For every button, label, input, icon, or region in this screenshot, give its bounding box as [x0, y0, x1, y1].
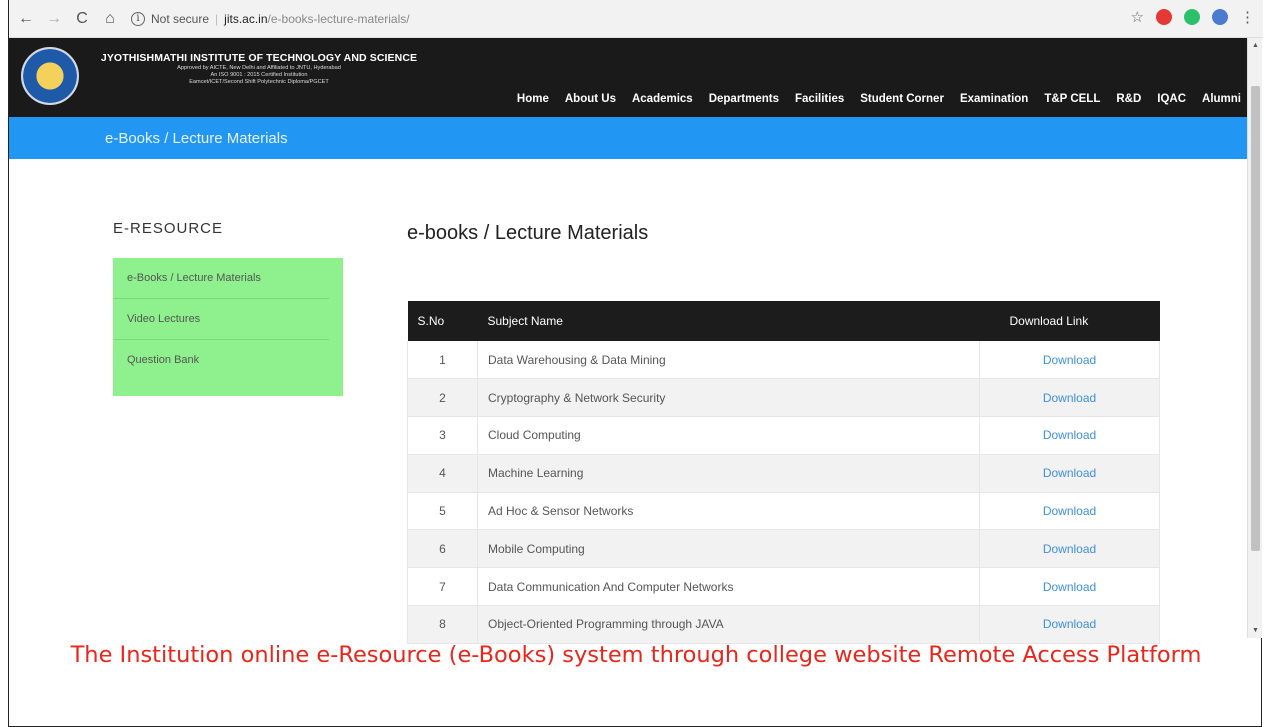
ebooks-table: S.No Subject Name Download Link 1 Data W…	[407, 301, 1160, 644]
scroll-down-icon[interactable]: ▼	[1252, 627, 1259, 634]
table-row: 1 Data Warehousing & Data Mining Downloa…	[407, 341, 1160, 380]
download-link[interactable]: Download	[1043, 542, 1096, 556]
table-row: 3 Cloud Computing Download	[407, 416, 1160, 455]
subject-name: Data Communication And Computer Networks	[477, 567, 980, 607]
table-header-row: S.No Subject Name Download Link	[407, 301, 1160, 341]
institute-logo[interactable]	[21, 47, 79, 105]
table-row: 7 Data Communication And Computer Networ…	[407, 567, 1160, 607]
row-number: 2	[407, 378, 478, 418]
menu-kebab-icon[interactable]: ⋮	[1240, 8, 1255, 26]
table-row: 2 Cryptography & Network Security Downlo…	[407, 378, 1160, 418]
menu-student-corner[interactable]: Student Corner	[860, 93, 944, 105]
url-host: jits.ac.in	[224, 11, 268, 26]
subject-name: Object-Oriented Programming through JAVA	[477, 605, 980, 644]
row-number: 6	[407, 529, 478, 569]
menu-iqac[interactable]: IQAC	[1157, 93, 1186, 105]
sidebar-item-question-bank[interactable]: Question Bank	[113, 340, 329, 381]
download-link[interactable]: Download	[1043, 504, 1096, 518]
row-number: 7	[407, 567, 478, 607]
column-header-subject: Subject Name	[487, 314, 563, 328]
page-scrollbar[interactable]: ▲ ▼	[1247, 38, 1262, 638]
back-icon[interactable]: ←	[15, 8, 37, 30]
menu-facilities[interactable]: Facilities	[795, 93, 844, 105]
table-row: 5 Ad Hoc & Sensor Networks Download	[407, 492, 1160, 531]
banner-title: e-Books / Lecture Materials	[105, 130, 288, 147]
menu-rnd[interactable]: R&D	[1116, 93, 1141, 105]
scrollbar-thumb[interactable]	[1251, 86, 1260, 551]
subject-name: Machine Learning	[477, 454, 980, 493]
site-header: JYOTHISHMATHI INSTITUTE OF TECHNOLOGY AN…	[9, 38, 1247, 117]
figure-caption: The Institution online e-Resource (e-Boo…	[70, 642, 1202, 668]
scroll-up-icon[interactable]: ▲	[1252, 42, 1259, 49]
institute-line: An ISO 9001 : 2015 Certified Institution	[210, 72, 308, 78]
adblock-extension-icon[interactable]	[1156, 9, 1172, 25]
menu-tp-cell[interactable]: T&P CELL	[1044, 93, 1100, 105]
sidebar-item-video-lectures[interactable]: Video Lectures	[113, 299, 329, 340]
subject-name: Ad Hoc & Sensor Networks	[477, 492, 980, 531]
row-number: 4	[407, 454, 478, 493]
download-link[interactable]: Download	[1043, 580, 1096, 594]
security-label: Not secure	[151, 11, 210, 26]
menu-home[interactable]: Home	[517, 93, 549, 105]
column-header-download: Download Link	[1009, 314, 1089, 328]
download-link[interactable]: Download	[1043, 428, 1096, 442]
row-number: 3	[407, 416, 478, 455]
institute-name: JYOTHISHMATHI INSTITUTE OF TECHNOLOGY AN…	[100, 52, 418, 64]
table-row: 6 Mobile Computing Download	[407, 529, 1160, 569]
menu-about-us[interactable]: About Us	[565, 93, 616, 105]
sidebar-menu: e-Books / Lecture Materials Video Lectur…	[113, 258, 343, 396]
bookmark-star-icon[interactable]: ☆	[1131, 8, 1144, 26]
download-link[interactable]: Download	[1043, 391, 1096, 405]
download-link[interactable]: Download	[1043, 617, 1096, 631]
institute-line: Eamcet/ICET/Second Shift Polytechnic Dip…	[189, 79, 329, 85]
address-bar[interactable]: i Not secure | jits.ac.in /e-books-lectu…	[131, 6, 410, 32]
row-number: 5	[407, 492, 478, 531]
music-extension-icon[interactable]	[1212, 9, 1228, 25]
institute-block: JYOTHISHMATHI INSTITUTE OF TECHNOLOGY AN…	[89, 52, 429, 85]
browser-actions: ☆ ⋮	[1131, 8, 1255, 26]
subject-name: Cloud Computing	[477, 416, 980, 455]
sidebar-title: E-RESOURCE	[113, 220, 224, 237]
main-menu: Home About Us Academics Departments Faci…	[517, 93, 1241, 105]
column-header-sno: S.No	[417, 314, 445, 328]
screenshot-frame: ← → C ⌂ i Not secure | jits.ac.in /e-boo…	[8, 0, 1263, 727]
page-title: e-books / Lecture Materials	[407, 222, 649, 244]
subject-name: Mobile Computing	[477, 529, 980, 569]
home-icon[interactable]: ⌂	[99, 8, 121, 30]
address-separator: |	[215, 11, 219, 26]
table-row: 8 Object-Oriented Programming through JA…	[407, 605, 1160, 644]
menu-examination[interactable]: Examination	[960, 93, 1028, 105]
url-path: /e-books-lecture-materials/	[267, 11, 410, 26]
download-link[interactable]: Download	[1043, 353, 1096, 367]
info-icon[interactable]: i	[131, 11, 145, 26]
row-number: 8	[407, 605, 478, 644]
green-extension-icon[interactable]	[1184, 9, 1200, 25]
browser-toolbar: ← → C ⌂ i Not secure | jits.ac.in /e-boo…	[9, 0, 1263, 38]
download-link[interactable]: Download	[1043, 466, 1096, 480]
page-banner: e-Books / Lecture Materials	[9, 117, 1247, 159]
subject-name: Data Warehousing & Data Mining	[477, 341, 980, 380]
table-row: 4 Machine Learning Download	[407, 454, 1160, 493]
forward-icon[interactable]: →	[43, 8, 65, 30]
menu-academics[interactable]: Academics	[632, 93, 693, 105]
institute-line: Approved by AICTE, New Delhi and Affilia…	[177, 65, 341, 71]
menu-alumni[interactable]: Alumni	[1202, 93, 1241, 105]
reload-icon[interactable]: C	[71, 8, 93, 30]
subject-name: Cryptography & Network Security	[477, 378, 980, 418]
sidebar-item-ebooks[interactable]: e-Books / Lecture Materials	[113, 258, 329, 299]
menu-departments[interactable]: Departments	[709, 93, 779, 105]
row-number: 1	[407, 341, 478, 380]
